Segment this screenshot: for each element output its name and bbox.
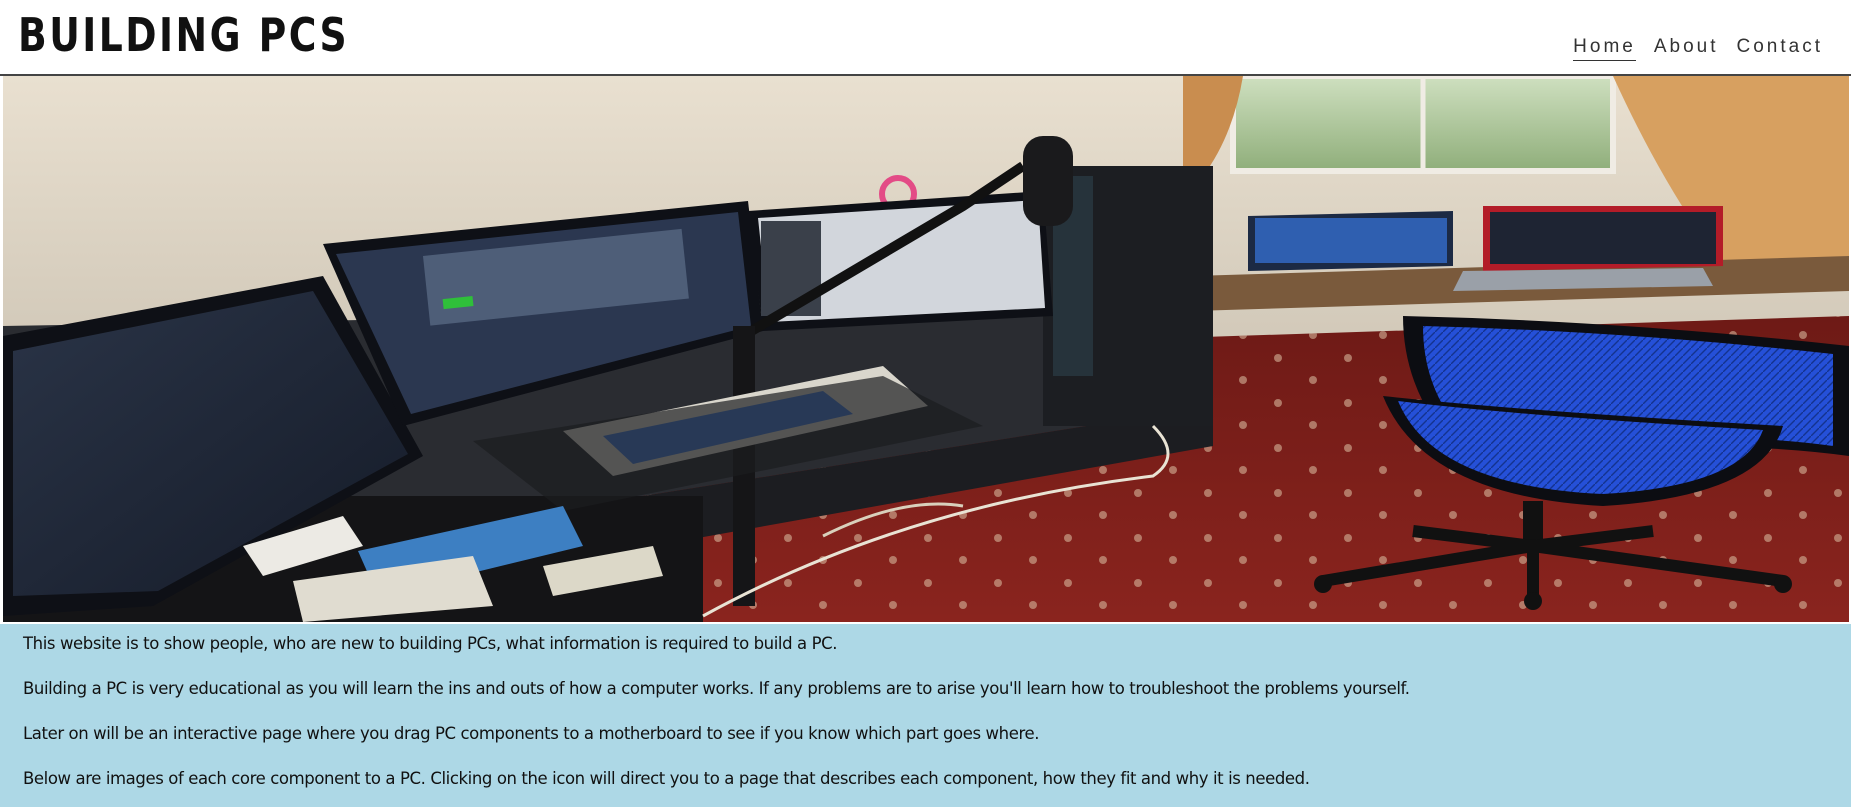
hero-image [3, 76, 1849, 622]
hero-photo-illustration [3, 76, 1849, 622]
main-nav: Home About Contact [1573, 36, 1823, 61]
intro-paragraph-2: Building a PC is very educational as you… [23, 679, 1410, 698]
intro-paragraph-4: Below are images of each core component … [23, 769, 1310, 788]
intro-paragraph-1: This website is to show people, who are … [23, 634, 838, 653]
site-header: BUILDING PCS Home About Contact [0, 0, 1851, 76]
nav-contact-link[interactable]: Contact [1737, 36, 1823, 61]
intro-paragraph-3: Later on will be an interactive page whe… [23, 724, 1040, 743]
intro-section: This website is to show people, who are … [0, 624, 1851, 807]
nav-about-link[interactable]: About [1654, 36, 1719, 61]
site-title: BUILDING PCS [18, 8, 350, 62]
nav-home-link[interactable]: Home [1573, 36, 1636, 61]
